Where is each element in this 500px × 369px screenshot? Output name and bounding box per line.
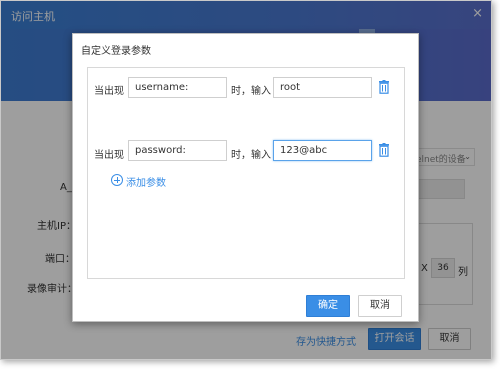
inner-cancel-button[interactable]: 取消: [358, 295, 402, 317]
trash-icon[interactable]: [378, 80, 390, 94]
add-param-label: 添加参数: [126, 178, 166, 189]
add-circle-icon: [111, 174, 123, 186]
row-middle-label: 时，输入: [231, 86, 271, 97]
value-input-username[interactable]: root: [273, 77, 372, 98]
row-middle-label: 时，输入: [231, 150, 271, 161]
row-prefix-label: 当出现: [94, 86, 124, 97]
trash-icon[interactable]: [378, 143, 390, 157]
row-prefix-label: 当出现: [94, 150, 124, 161]
value-input-password[interactable]: 123@abc: [273, 140, 372, 161]
inner-dialog-title: 自定义登录参数: [81, 46, 151, 57]
pattern-input-password[interactable]: password:: [128, 140, 227, 161]
confirm-button[interactable]: 确定: [306, 295, 350, 317]
params-panel: 当出现 username: 时，输入 root 当出现 password: 时，…: [87, 67, 405, 279]
custom-login-params-dialog: 自定义登录参数 当出现 username: 时，输入 root 当出现 pass…: [72, 33, 419, 322]
pattern-input-username[interactable]: username:: [128, 77, 227, 98]
